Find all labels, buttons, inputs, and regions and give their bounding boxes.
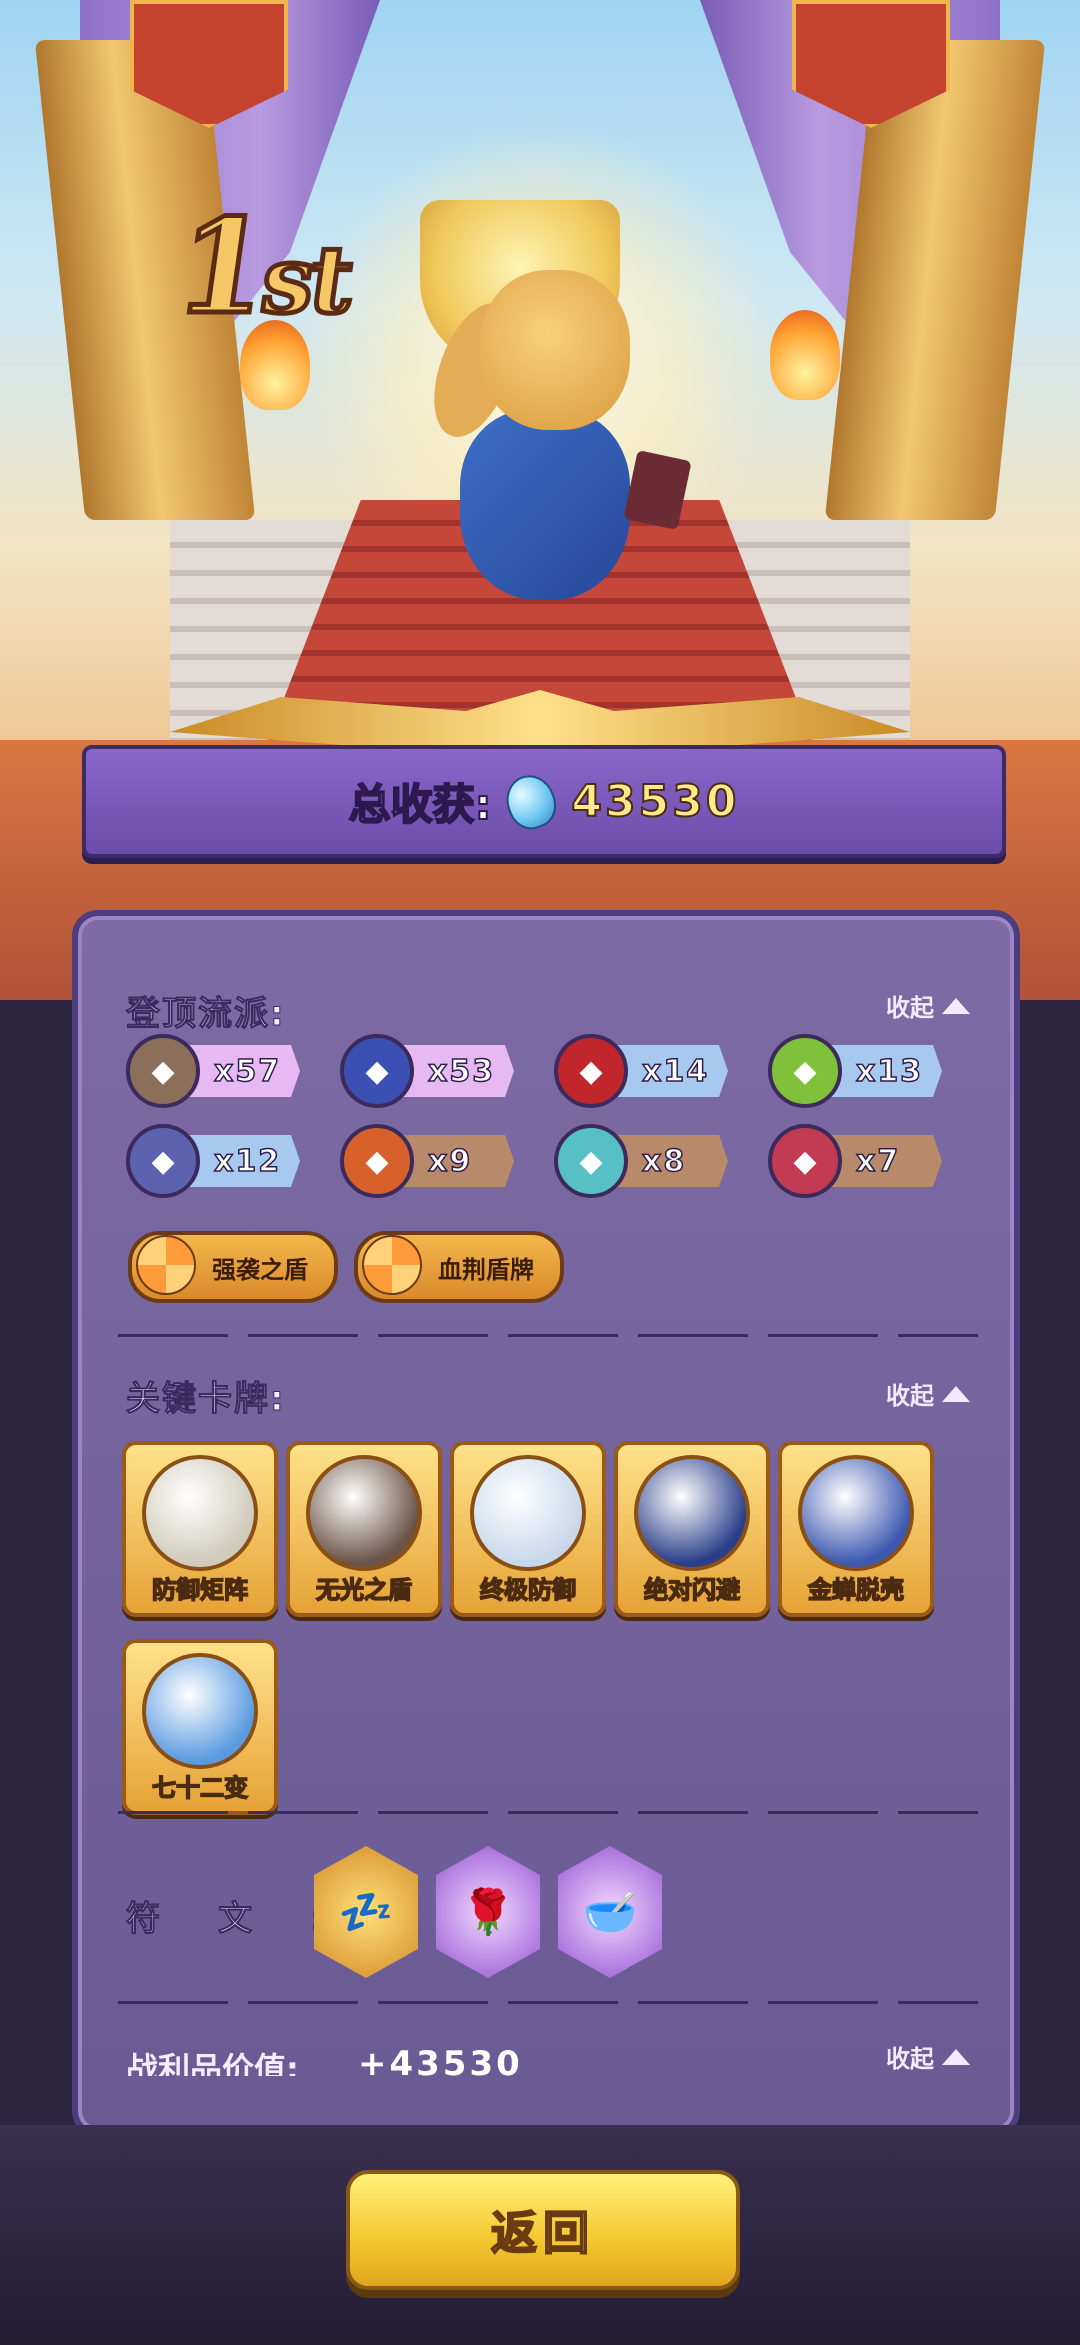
build-title: 登顶流派: [126, 994, 286, 1035]
build-tag-pill[interactable]: 强袭之盾 [128, 1231, 338, 1303]
pill-label: 血荆盾牌 [438, 1255, 534, 1284]
key-card[interactable]: 防御矩阵 [122, 1441, 278, 1617]
swirl-icon [136, 1235, 196, 1295]
flame-burst-icon: ◆ [554, 1034, 628, 1108]
collapse-label: 收起 [886, 994, 934, 1022]
build-chip[interactable]: ◆ x13 [768, 1034, 948, 1108]
card-art-icon [634, 1455, 750, 1571]
hero-character [400, 260, 700, 630]
total-value: 43530 [570, 775, 740, 828]
sleeping-chick-icon[interactable]: 💤 [314, 1846, 418, 1978]
build-chip[interactable]: ◆ x57 [126, 1034, 306, 1108]
loot-value: +43530 [358, 2044, 523, 2076]
chip-count: x13 [855, 1053, 924, 1090]
loot-collapse-button[interactable]: 收起 [886, 2039, 970, 2074]
key-card[interactable]: 绝对闪避 [614, 1441, 770, 1617]
chip-count: x7 [855, 1143, 901, 1180]
chip-count: x12 [213, 1143, 282, 1180]
chevron-up-icon [942, 2048, 970, 2065]
total-harvest-bar: 总收获: 43530 [82, 745, 1006, 858]
card-art-icon [142, 1653, 258, 1769]
build-chip[interactable]: ◆ x8 [554, 1124, 734, 1198]
build-pills: 强袭之盾 血荆盾牌 [128, 1231, 564, 1303]
torch-flame-icon [770, 310, 840, 400]
total-label: 总收获: [348, 779, 493, 830]
card-art-icon [798, 1455, 914, 1571]
card-name: 绝对闪避 [643, 1575, 741, 1605]
fire-icon: ◆ [340, 1124, 414, 1198]
card-art-icon [470, 1455, 586, 1571]
chevron-up-icon [942, 1385, 970, 1402]
snowflake-icon: ◆ [554, 1124, 628, 1198]
loot-value-row: 战利品价值: +43530 [126, 2036, 966, 2076]
card-name: 防御矩阵 [151, 1575, 249, 1605]
shield-icon: ◆ [126, 1034, 200, 1108]
pill-label: 强袭之盾 [212, 1255, 308, 1284]
build-chip[interactable]: ◆ x53 [340, 1034, 520, 1108]
divider [118, 1811, 978, 1814]
back-button[interactable]: 返回 [346, 2170, 740, 2290]
build-tag-pill[interactable]: 血荆盾牌 [354, 1231, 564, 1303]
build-chip[interactable]: ◆ x7 [768, 1124, 948, 1198]
card-art-icon [306, 1455, 422, 1571]
plus-icon: ◆ [768, 1034, 842, 1108]
result-panel: 登顶流派: 收起 ◆ x57 ◆ x53 ◆ x14 ◆ x13 ◆ x12 ◆ x9 ◆ x8 ◆ x7 强… [72, 910, 1020, 2137]
build-collapse-button[interactable]: 收起 [886, 988, 970, 1023]
build-chips: ◆ x57 ◆ x53 ◆ x14 ◆ x13 ◆ x12 ◆ x9 ◆ x8 ◆ x7 [126, 1034, 966, 1198]
key-card[interactable]: 七十二变 [122, 1639, 278, 1815]
key-card[interactable]: 金蝉脱壳 [778, 1441, 934, 1617]
build-chip[interactable]: ◆ x12 [126, 1124, 306, 1198]
chip-count: x57 [213, 1053, 282, 1090]
collapse-label: 收起 [886, 2045, 934, 2073]
card-name: 无光之盾 [315, 1575, 413, 1605]
runes-list: 💤 🌹 🥣 [314, 1846, 662, 1978]
loot-label: 战利品价值: [126, 2050, 299, 2076]
card-name: 终极防御 [479, 1575, 577, 1605]
card-name: 七十二变 [151, 1773, 249, 1803]
claw-icon: ◆ [768, 1124, 842, 1198]
cards-collapse-button[interactable]: 收起 [886, 1376, 970, 1411]
cards-title: 关键卡牌: [126, 1379, 286, 1420]
card-art-icon [142, 1455, 258, 1571]
chevron-up-icon [942, 997, 970, 1014]
divider [118, 1334, 978, 1337]
key-card[interactable]: 终极防御 [450, 1441, 606, 1617]
chip-count: x8 [641, 1143, 687, 1180]
swirl-icon [362, 1235, 422, 1295]
divider [118, 2001, 978, 2004]
key-cards-grid: 防御矩阵 无光之盾 终极防御 绝对闪避 金蝉脱壳七十二变 [122, 1441, 982, 1815]
chip-count: x53 [427, 1053, 496, 1090]
gem-icon [499, 767, 564, 836]
rose-icon[interactable]: 🌹 [436, 1846, 540, 1978]
bowl-icon[interactable]: 🥣 [558, 1846, 662, 1978]
boot-icon: ◆ [340, 1034, 414, 1108]
build-chip[interactable]: ◆ x9 [340, 1124, 520, 1198]
card-name: 金蝉脱壳 [807, 1575, 905, 1605]
chip-count: x9 [427, 1143, 473, 1180]
rank-badge: 1st [165, 188, 359, 346]
chip-count: x14 [641, 1053, 710, 1090]
key-card[interactable]: 无光之盾 [286, 1441, 442, 1617]
collapse-label: 收起 [886, 1382, 934, 1410]
sword-icon: ◆ [126, 1124, 200, 1198]
build-chip[interactable]: ◆ x14 [554, 1034, 734, 1108]
